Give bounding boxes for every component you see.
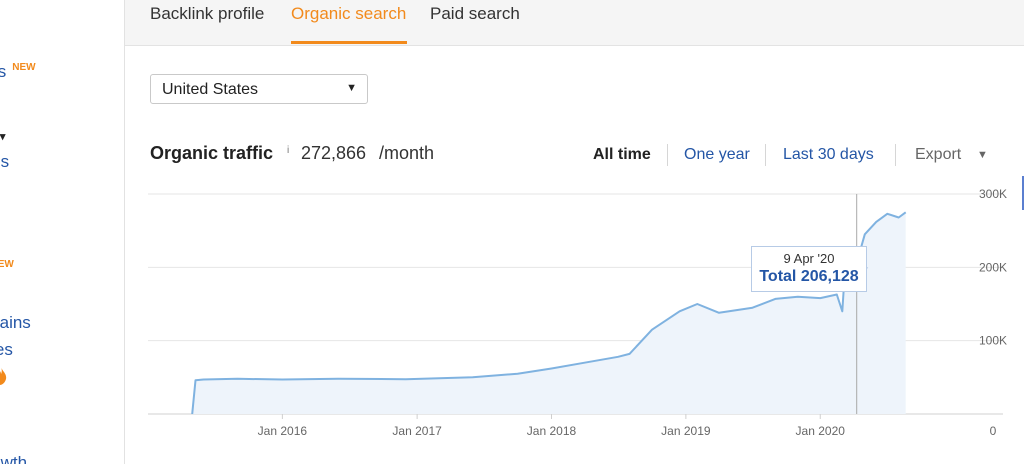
x-tick-label: Jan 2016 (258, 424, 308, 438)
tab-organic-search[interactable]: Organic search (291, 4, 406, 24)
sidebar-item-new[interactable]: sNEW (0, 259, 14, 279)
tab-backlink-profile[interactable]: Backlink profile (150, 4, 264, 24)
caret-down-icon: ▾ (0, 131, 6, 143)
y-tick-label: 100K (979, 334, 1007, 348)
tooltip-date: 9 Apr '20 (783, 251, 835, 266)
organic-traffic-chart[interactable]: 0 100K 200K 300K Jan 2016 Jan 2017 Jan 2018 Jan… (125, 46, 1024, 465)
sidebar-item-label: ords (0, 152, 10, 171)
chart-tooltip: 9 Apr '20 Total 206,128 (751, 246, 867, 292)
new-badge: NEW (12, 62, 36, 74)
y-tick-label: 300K (979, 187, 1007, 201)
sidebar-item-label: ages (0, 340, 13, 359)
x-tick-label: Jan 2017 (392, 424, 442, 438)
sidebar-item-keywords[interactable]: ords (0, 152, 9, 172)
organic-traffic-panel: United States ▼ Organic traffic i 272,86… (125, 45, 1024, 465)
y-tick-label: 0 (990, 424, 997, 438)
sidebar-item-label: inks (0, 62, 7, 81)
x-tick-label: Jan 2020 (796, 424, 846, 438)
fire-icon (0, 367, 7, 385)
tab-bar: Backlink profile Organic search Paid sea… (125, 0, 1024, 44)
x-tick-label: Jan 2018 (527, 424, 577, 438)
new-badge: NEW (0, 259, 14, 271)
sidebar-item-label: growth (0, 453, 28, 464)
tab-paid-search[interactable]: Paid search (430, 4, 520, 24)
sidebar: inksNEW ch▾ ords ts sNEW ins omains ages… (0, 0, 124, 464)
y-tick-label: 200K (979, 260, 1007, 274)
series-area (192, 212, 906, 414)
tooltip-total: Total 206,128 (759, 268, 859, 285)
sidebar-item-growth[interactable]: growth (0, 453, 27, 464)
sidebar-item-competing-domains[interactable]: omains (0, 313, 31, 333)
active-tab-underline (291, 41, 407, 44)
x-tick-label: Jan 2019 (661, 424, 711, 438)
sidebar-section-organic-search[interactable]: ch▾ (0, 125, 5, 145)
main-area: Backlink profile Organic search Paid sea… (124, 0, 1024, 465)
sidebar-item-pages[interactable]: ages (0, 340, 13, 360)
sidebar-item-links[interactable]: inks NEW (0, 62, 36, 82)
sidebar-item-label: omains (0, 313, 31, 332)
